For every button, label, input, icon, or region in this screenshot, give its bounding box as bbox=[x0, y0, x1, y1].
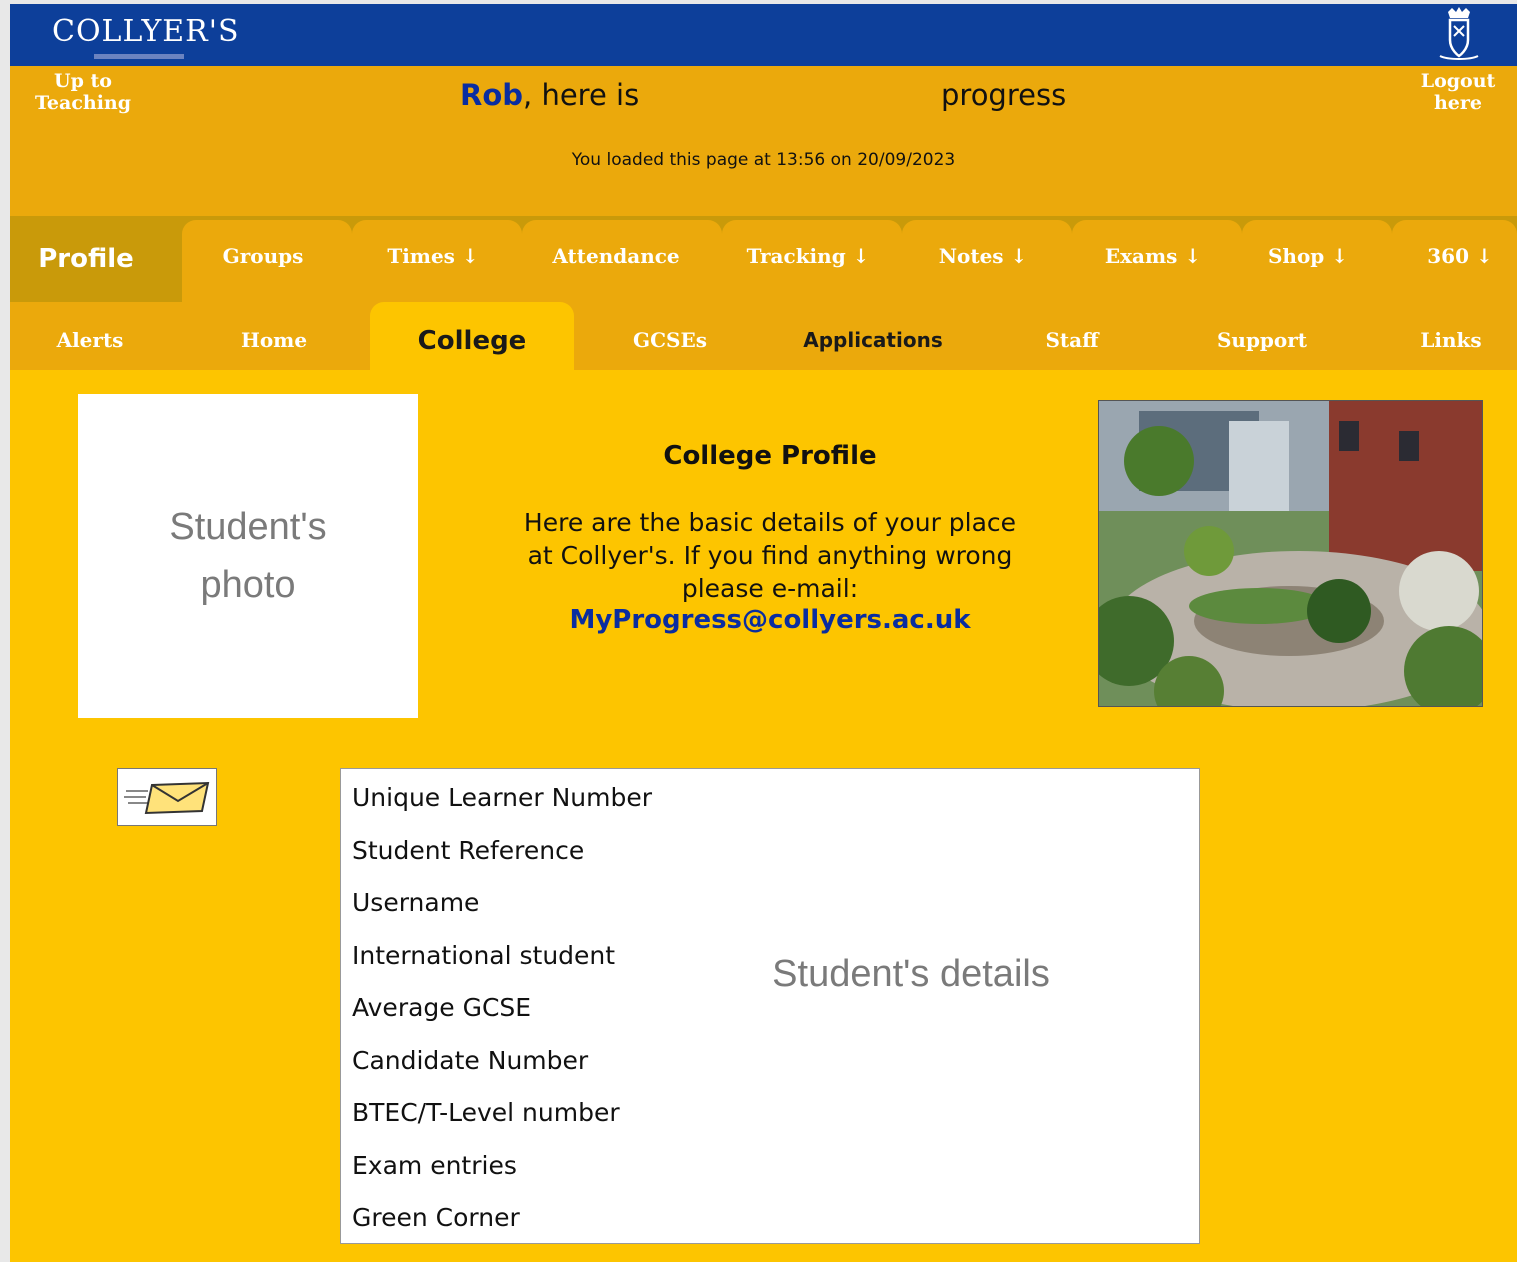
student-photo: Student's photo bbox=[78, 394, 418, 718]
tab-support[interactable]: Support bbox=[1192, 328, 1332, 352]
tab-staff[interactable]: Staff bbox=[1002, 328, 1142, 352]
detail-green-corner: Green Corner bbox=[352, 1203, 520, 1232]
tab-times[interactable]: Times ↓ bbox=[358, 244, 508, 268]
page-frame: COLLYER'S Up to Teaching Logout here Rob… bbox=[10, 4, 1517, 1262]
tab-college[interactable]: College bbox=[370, 326, 574, 356]
tab-shop[interactable]: Shop ↓ bbox=[1242, 244, 1374, 268]
headline-end: progress bbox=[941, 78, 1067, 112]
tab-tracking[interactable]: Tracking ↓ bbox=[728, 244, 888, 268]
detail-average-gcse: Average GCSE bbox=[352, 993, 532, 1022]
tab-home[interactable]: Home bbox=[204, 328, 344, 352]
photo-placeholder-text: Student's photo bbox=[169, 506, 327, 606]
college-logo[interactable]: COLLYER'S bbox=[52, 14, 240, 49]
page-title: College Profile bbox=[663, 441, 877, 471]
envelope-icon bbox=[124, 781, 210, 815]
main-tab-row: Profile Groups Times ↓ Attendance Tracki… bbox=[10, 216, 1517, 302]
campus-photo bbox=[1098, 400, 1483, 707]
support-email-link[interactable]: MyProgress@collyers.ac.uk bbox=[510, 605, 1030, 635]
tab-attendance[interactable]: Attendance bbox=[528, 244, 704, 268]
detail-btec-number: BTEC/T-Level number bbox=[352, 1098, 620, 1127]
tab-exams[interactable]: Exams ↓ bbox=[1078, 244, 1228, 268]
detail-student-reference: Student Reference bbox=[352, 836, 585, 865]
tab-applications[interactable]: Applications bbox=[780, 328, 966, 352]
tab-links[interactable]: Links bbox=[1386, 328, 1516, 352]
tab-gcses[interactable]: GCSEs bbox=[600, 328, 740, 352]
detail-unique-learner-number: Unique Learner Number bbox=[352, 783, 653, 812]
student-name: Rob bbox=[460, 78, 524, 112]
details-placeholder-text: Student's details bbox=[772, 953, 1050, 995]
up-to-teaching-link[interactable]: Up to Teaching bbox=[28, 70, 138, 114]
detail-exam-entries: Exam entries bbox=[352, 1151, 517, 1180]
detail-international-student: International student bbox=[352, 941, 616, 970]
headline-middle: , here is bbox=[523, 78, 640, 112]
student-details-panel: Unique Learner Number Student Reference … bbox=[340, 768, 1200, 1244]
detail-candidate-number: Candidate Number bbox=[352, 1046, 589, 1075]
sub-tab-row: Alerts Home College GCSEs Applications S… bbox=[10, 302, 1517, 370]
tab-profile[interactable]: Profile bbox=[10, 244, 162, 274]
tab-360[interactable]: 360 ↓ bbox=[1410, 244, 1510, 268]
crest-icon bbox=[1439, 7, 1479, 60]
headline-greeting: Rob, here is bbox=[460, 78, 639, 112]
email-button[interactable] bbox=[117, 768, 217, 826]
page-header: Up to Teaching Logout here Rob, here is … bbox=[10, 66, 1517, 216]
detail-username: Username bbox=[352, 888, 480, 917]
logout-link[interactable]: Logout here bbox=[1408, 70, 1508, 114]
page-loaded-timestamp: You loaded this page at 13:56 on 20/09/2… bbox=[571, 150, 956, 170]
brand-bar: COLLYER'S bbox=[10, 4, 1517, 66]
logo-tagline bbox=[94, 54, 184, 59]
tab-notes[interactable]: Notes ↓ bbox=[908, 244, 1058, 268]
tab-alerts[interactable]: Alerts bbox=[20, 328, 160, 352]
tab-groups[interactable]: Groups bbox=[188, 244, 338, 268]
profile-description: Here are the basic details of your place… bbox=[523, 508, 1017, 603]
